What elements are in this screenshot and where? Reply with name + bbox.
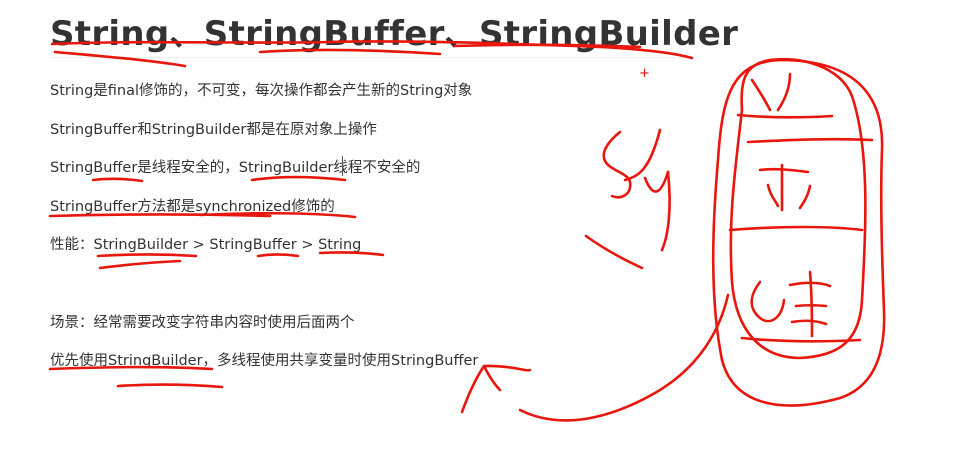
handwriting-stroke <box>728 225 864 232</box>
handwriting-circle <box>711 58 886 407</box>
line-performance: 性能：StringBuilder > StringBuffer > String <box>50 237 362 253</box>
handwriting-stroke <box>798 184 812 210</box>
line-scenario: 场景：经常需要改变字符串内容时使用后面两个 <box>50 315 355 331</box>
handwriting-stroke <box>584 234 644 270</box>
handwriting-stroke <box>623 128 662 182</box>
text-underline-stroke <box>98 259 182 270</box>
line-synchronized: StringBuffer方法都是synchronized修饰的 <box>50 199 335 215</box>
arrow-curve <box>482 364 532 372</box>
text-underline-stroke <box>256 253 300 258</box>
text-cursor <box>342 156 343 176</box>
handwriting-stroke <box>740 336 862 343</box>
handwriting-circle <box>729 57 867 360</box>
handwriting-stroke <box>660 170 671 252</box>
arrow-curve <box>460 364 502 414</box>
handwriting-stroke <box>766 183 780 208</box>
line-string-immutable: String是final修饰的，不可变，每次操作都会产生新的String对象 <box>50 83 473 99</box>
handwriting-stroke <box>794 303 828 308</box>
handwriting-stroke <box>790 319 828 326</box>
handwriting-stroke <box>746 137 874 144</box>
handwriting-stroke <box>750 78 772 112</box>
arrow-curve <box>518 293 730 422</box>
document-title: String、StringBuffer、StringBuilder <box>50 14 739 54</box>
handwriting-stroke <box>788 281 832 288</box>
handwritten-annotations <box>48 40 886 422</box>
text-underline-stroke <box>96 253 198 258</box>
text-underline-stroke <box>116 383 224 389</box>
handwriting-stroke <box>750 280 786 323</box>
text-underline-stroke <box>250 175 347 182</box>
handwriting-stroke <box>776 72 792 112</box>
line-thread-safety: StringBuffer是线程安全的，StringBuilder线程不安全的 <box>50 160 421 176</box>
handwriting-stroke <box>808 270 814 338</box>
line-operate-in-place: StringBuffer和StringBuilder都是在原对象上操作 <box>50 122 377 138</box>
handwriting-stroke <box>736 113 834 119</box>
plus-mark: + <box>639 66 650 81</box>
handwriting-stroke <box>602 130 632 199</box>
title-divider <box>50 57 690 58</box>
line-recommendation: 优先使用StringBuilder，多线程使用共享变量时使用StringBuff… <box>50 353 479 369</box>
handwriting-stroke <box>758 167 810 174</box>
text-underline-stroke <box>91 177 144 183</box>
handwriting-stroke <box>643 170 670 193</box>
